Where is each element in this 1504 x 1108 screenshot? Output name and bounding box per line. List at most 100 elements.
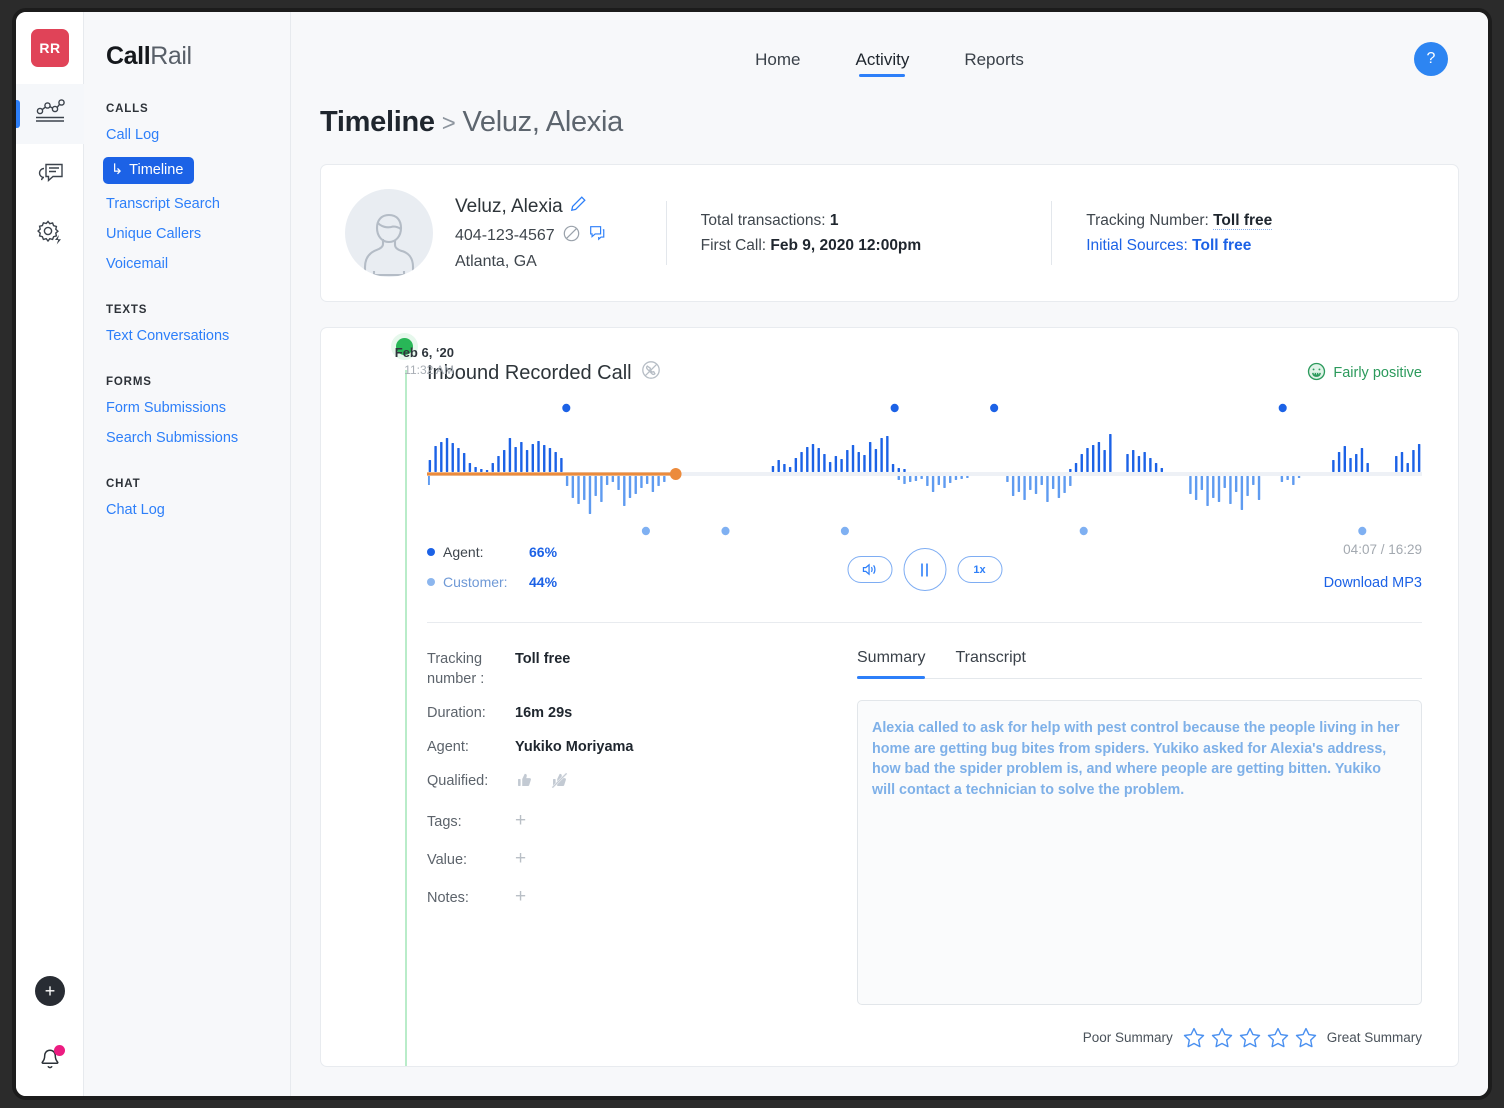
person-icon (356, 205, 422, 277)
agent-label: Agent: (443, 544, 529, 560)
download-mp3-link[interactable]: Download MP3 (1324, 575, 1422, 591)
sidebar-item-text-conversations[interactable]: Text Conversations (106, 328, 290, 344)
help-button[interactable]: ? (1414, 42, 1448, 76)
tracking-number-row: Tracking Number: Toll free (1086, 208, 1272, 233)
contact-name-row: Veluz, Alexia (455, 195, 606, 218)
field-value: Yukiko Moriyama (515, 737, 633, 757)
message-icon[interactable] (588, 224, 606, 247)
speaker-legend: Agent: 66% Customer: 44% (427, 544, 557, 604)
divider (666, 201, 667, 265)
sentiment-badge: Fairly positive (1307, 362, 1422, 385)
logo-call: Call (106, 42, 150, 70)
pause-button[interactable] (903, 548, 946, 591)
block-icon[interactable] (563, 225, 580, 247)
initial-sources-label[interactable]: Initial Sources: (1086, 237, 1188, 254)
timeline-rail (405, 370, 407, 1066)
smiley-icon (1307, 362, 1326, 385)
timeline-status-dot: Feb 6, ‘20 11:32 AM (396, 338, 413, 355)
sidebar-section-calls: CALLS (106, 103, 290, 115)
initial-sources-value[interactable]: Toll free (1192, 237, 1251, 254)
tab-home[interactable]: Home (755, 50, 800, 77)
tab-summary[interactable]: Summary (857, 649, 925, 678)
sidebar-item-call-log[interactable]: Call Log (106, 127, 290, 143)
analytics-icon (35, 99, 65, 130)
panel-tabs: Summary Transcript (857, 649, 1422, 679)
add-button[interactable]: + (35, 976, 65, 1006)
star-icon-2[interactable] (1211, 1027, 1233, 1048)
sidebar-item-unique-callers[interactable]: Unique Callers (106, 226, 290, 242)
star-icon-4[interactable] (1267, 1027, 1289, 1048)
divider-2 (1051, 201, 1052, 265)
first-call-value: Feb 9, 2020 12:00pm (770, 237, 921, 254)
field-value: Value: + (427, 850, 857, 870)
tracking-number-value[interactable]: Toll free (1213, 212, 1272, 230)
thumbs-up-icon[interactable] (515, 771, 534, 794)
edit-icon[interactable] (570, 195, 587, 218)
agent-percent: 66% (529, 544, 557, 560)
account-badge[interactable]: RR (31, 29, 69, 67)
star-icon-5[interactable] (1295, 1027, 1317, 1048)
playback-speed-button[interactable]: 1x (957, 556, 1002, 583)
add-tag-button[interactable]: + (515, 812, 526, 832)
add-value-button[interactable]: + (515, 850, 526, 870)
initial-sources-row: Initial Sources: Toll free (1086, 233, 1272, 258)
sidebar-section-texts: TEXTS (106, 304, 290, 316)
logo-rail: Rail (150, 42, 191, 70)
time-display: 04:07 / 16:29 (1324, 542, 1422, 557)
contact-card: Veluz, Alexia 404-123-4567 (320, 164, 1459, 302)
sidebar-item-search-submissions[interactable]: Search Submissions (106, 430, 290, 446)
icon-rail: RR (16, 12, 84, 1096)
main-content: Home Activity Reports ? Timeline > Veluz, … (291, 12, 1488, 1096)
sidebar-item-chat-log[interactable]: Chat Log (106, 502, 290, 518)
rail-item-calls[interactable] (16, 144, 84, 204)
sidebar-item-form-submissions[interactable]: Form Submissions (106, 400, 290, 416)
tab-activity[interactable]: Activity (855, 50, 909, 77)
field-label: Tags: (427, 812, 515, 832)
legend-customer: Customer: 44% (427, 574, 557, 590)
contact-phone-row: 404-123-4567 (455, 224, 606, 247)
notifications-button[interactable] (35, 1044, 65, 1074)
contact-phone: 404-123-4567 (455, 227, 555, 245)
app-logo[interactable]: CallRail (106, 12, 290, 71)
summary-rating: Poor Summary Great Summary (857, 1027, 1422, 1048)
rating-stars[interactable] (1183, 1027, 1317, 1048)
waveform-svg[interactable] (427, 398, 1422, 540)
rail-item-analytics[interactable] (16, 84, 84, 144)
star-icon-3[interactable] (1239, 1027, 1261, 1048)
tab-transcript[interactable]: Transcript (955, 649, 1026, 678)
field-label: Notes: (427, 888, 515, 908)
call-date: Feb 6, ‘20 11:32 AM (324, 345, 454, 377)
tab-reports[interactable]: Reports (964, 50, 1024, 77)
summary-panel: Summary Transcript Alexia called to ask … (857, 649, 1422, 1048)
top-navigation: Home Activity Reports (291, 50, 1488, 77)
sidebar-item-timeline[interactable]: ↳ Timeline (103, 157, 194, 184)
sidebar-section-chat: CHAT (106, 478, 290, 490)
add-note-button[interactable]: + (515, 888, 526, 908)
summary-box: Alexia called to ask for help with pest … (857, 700, 1422, 1005)
rail-item-settings[interactable] (16, 204, 84, 264)
player-controls: 1x (847, 548, 1002, 591)
breadcrumb: Timeline>Veluz, Alexia (291, 102, 1488, 139)
chevron-right-icon: > (442, 110, 456, 137)
thumbs-down-crossed-icon[interactable] (550, 771, 569, 794)
first-call-row: First Call: Feb 9, 2020 12:00pm (701, 233, 922, 258)
call-title: Inbound Recorded Call (427, 362, 632, 385)
call-time: 11:32 AM (324, 363, 454, 377)
field-duration: Duration: 16m 29s (427, 703, 857, 723)
volume-button[interactable] (847, 556, 892, 583)
field-notes: Notes: + (427, 888, 857, 908)
summary-text: Alexia called to ask for help with pest … (872, 718, 1404, 800)
gear-icon (35, 218, 65, 251)
breadcrumb-root[interactable]: Timeline (320, 106, 435, 138)
call-body: Tracking number : Toll free Duration: 16… (321, 623, 1458, 1048)
app-window: RR (12, 8, 1492, 1100)
sidebar-item-voicemail[interactable]: Voicemail (106, 256, 290, 272)
customer-color-dot (427, 578, 435, 586)
player-row: Agent: 66% Customer: 44% (427, 540, 1422, 612)
star-icon-1[interactable] (1183, 1027, 1205, 1048)
no-call-icon[interactable] (641, 360, 661, 386)
waveform[interactable] (427, 398, 1422, 540)
contact-location: Atlanta, GA (455, 253, 606, 271)
sidebar-item-transcript-search[interactable]: Transcript Search (106, 196, 290, 212)
branch-arrow-icon: ↳ (111, 162, 123, 178)
